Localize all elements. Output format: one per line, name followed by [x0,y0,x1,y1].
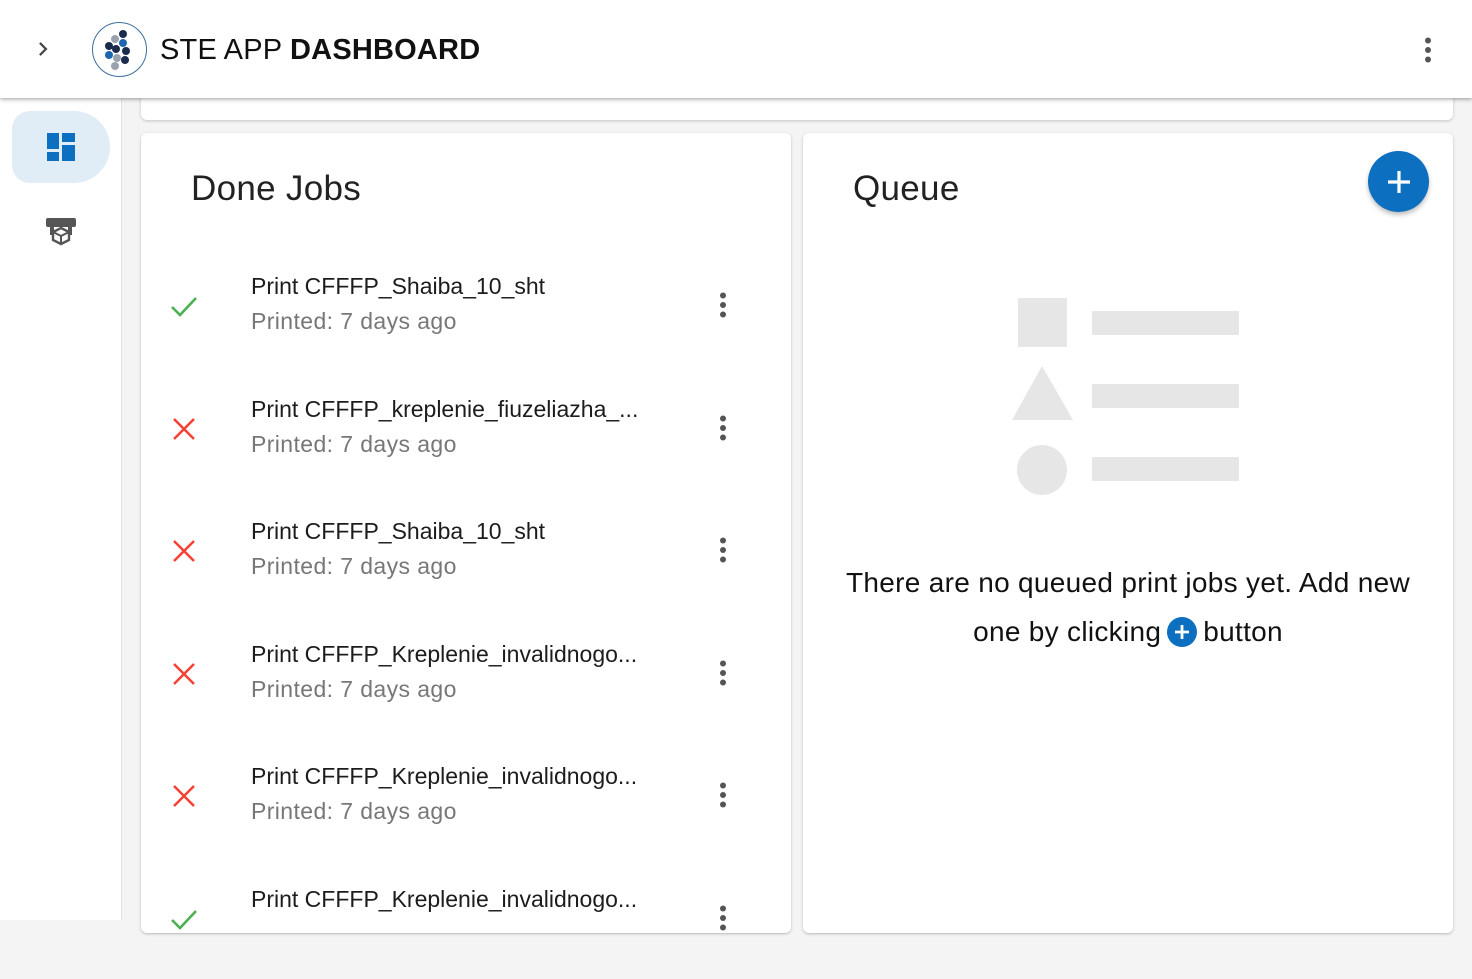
job-printed-time: Printed: 7 days ago [251,308,457,334]
job-name: Print CFFFP_Kreplenie_invalidnogo... [251,763,638,790]
job-list-item[interactable]: Print CFFFP_kreplenie_fiuzeliazha_... Pri… [141,366,791,489]
close-icon [169,414,199,444]
job-menu-button[interactable] [705,532,741,568]
more-vert-icon [720,415,726,441]
queue-card: Queue There are no queued print jobs yet… [803,133,1453,933]
job-name: Print CFFFP_kreplenie_fiuzeliazha_... [251,395,639,422]
nav-item-dashboard[interactable] [12,111,110,183]
app-bar: STE APP DASHBOARD [0,0,1472,98]
printer-3d-icon [46,218,76,246]
expand-nav-button[interactable] [22,28,64,70]
add-job-button[interactable] [1368,151,1429,212]
title-bold: DASHBOARD [290,34,481,66]
done-jobs-title: Done Jobs [191,169,362,208]
check-icon [169,291,199,321]
job-list-item[interactable]: Print CFFFP_Kreplenie_invalidnogo... Prin… [141,733,791,856]
job-menu-button[interactable] [705,777,741,813]
chevron-right-icon [39,42,48,56]
done-jobs-card: Done Jobs Print CFFFP_Shaiba_10_sht Print… [141,133,791,933]
job-name: Print CFFFP_Shaiba_10_sht [251,273,546,299]
inline-plus-icon [1167,617,1198,647]
title-prefix: STE APP [160,34,282,66]
job-menu-button[interactable] [705,655,741,691]
empty-queue-illustration [1012,298,1239,495]
more-vert-icon [720,782,726,808]
app-logo [92,22,147,77]
empty-text-after: button [1203,616,1283,647]
nav-item-printers[interactable] [12,196,110,268]
plus-icon [1387,170,1410,193]
close-icon [169,781,199,811]
job-list-item[interactable]: Print CFFFP_Kreplenie_invalidnogo... [141,856,791,979]
job-menu-button[interactable] [705,900,741,936]
job-printed-time: Printed: 7 days ago [251,675,457,702]
empty-text-before: There are no queued print jobs yet. Add … [846,567,1410,647]
empty-queue-message: There are no queued print jobs yet. Add … [833,558,1423,656]
done-jobs-list: Print CFFFP_Shaiba_10_sht Printed: 7 days… [141,243,791,979]
job-menu-button[interactable] [705,410,741,446]
job-menu-button[interactable] [705,287,741,323]
job-list-item[interactable]: Print CFFFP_Shaiba_10_sht Printed: 7 days… [141,488,791,611]
job-printed-time: Printed: 7 days ago [251,553,457,580]
dashboard-icon [47,133,75,161]
job-printed-time: Printed: 7 days ago [251,798,457,825]
close-icon [169,536,199,566]
job-list-item[interactable]: Print CFFFP_Kreplenie_invalidnogo... Prin… [141,611,791,734]
check-icon [169,904,199,934]
app-menu-button[interactable] [1406,28,1450,72]
more-vert-icon [720,660,726,686]
job-printed-time: Printed: 7 days ago [251,430,457,457]
nav-rail [0,98,122,920]
page-title: STE APP DASHBOARD [160,30,480,70]
more-vert-icon [720,537,726,563]
job-list-item[interactable]: Print CFFFP_Shaiba_10_sht Printed: 7 days… [141,243,791,366]
job-name: Print CFFFP_Kreplenie_invalidnogo... [251,885,638,912]
more-vert-icon [1425,37,1431,63]
more-vert-icon [720,292,726,318]
more-vert-icon [720,905,726,931]
job-name: Print CFFFP_Kreplenie_invalidnogo... [251,640,638,667]
queue-title: Queue [853,169,960,208]
job-name: Print CFFFP_Shaiba_10_sht [251,518,546,545]
close-icon [169,659,199,689]
